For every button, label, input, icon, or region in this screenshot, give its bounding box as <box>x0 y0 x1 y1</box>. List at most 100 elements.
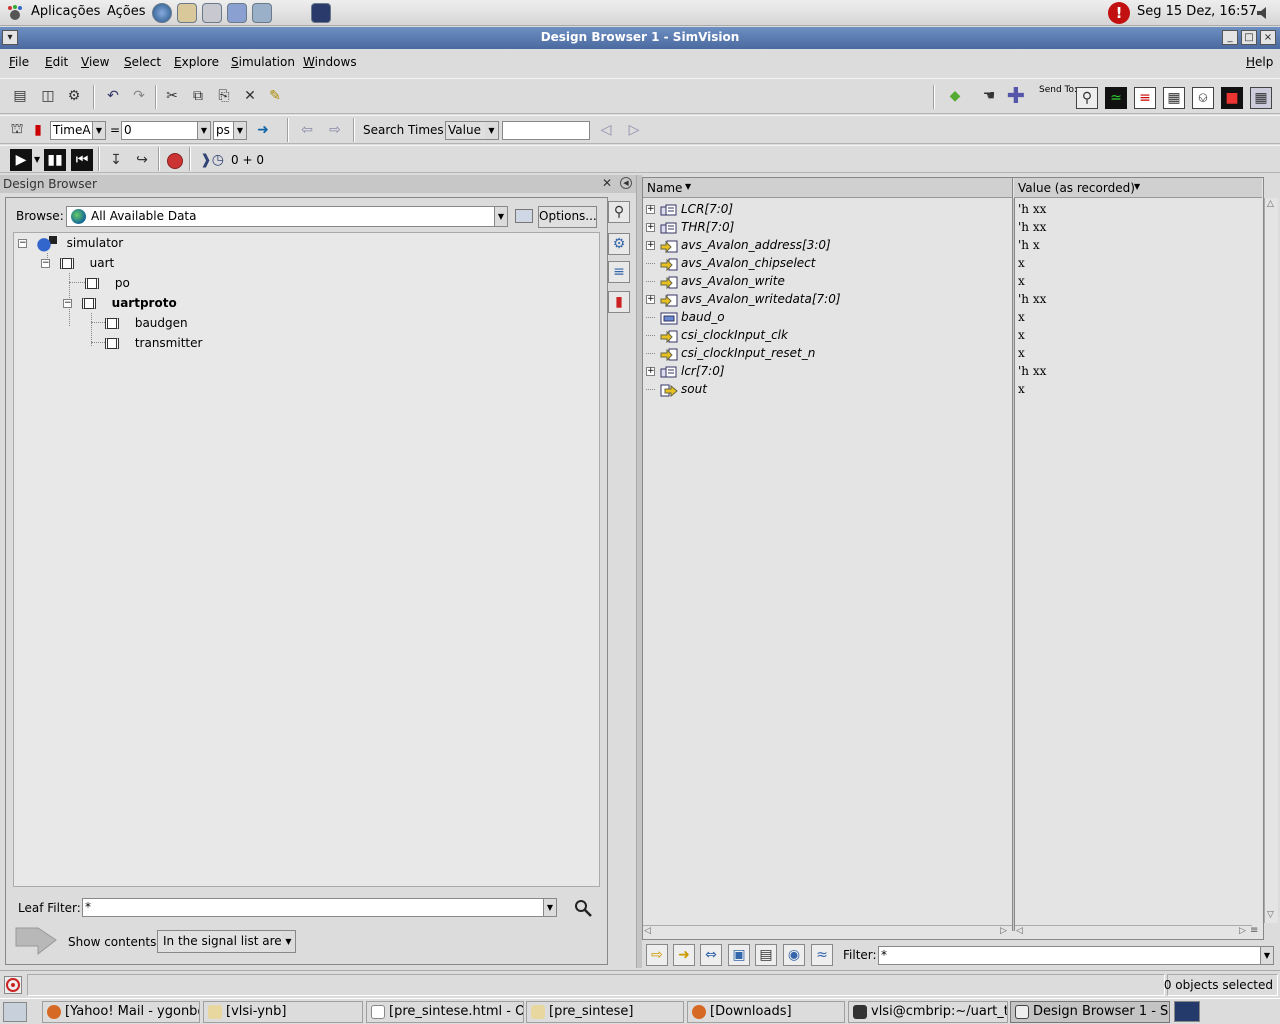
task-pre-sintese-html[interactable]: [pre_sintese.html - Ope <box>366 1001 524 1023</box>
new-window-icon[interactable]: ▤ <box>9 85 31 107</box>
calendar-launcher-icon[interactable] <box>227 3 247 23</box>
terminal-launcher-icon[interactable] <box>311 3 331 23</box>
source-icon[interactable]: ▮ <box>608 291 630 313</box>
signal-value[interactable]: x <box>1018 344 1025 362</box>
task-yahoo-mail[interactable]: [Yahoo! Mail - ygonb@ <box>42 1001 200 1023</box>
signal-row[interactable]: + THR[7:0] <box>646 218 734 236</box>
scroll-down-icon[interactable]: ▽ <box>1267 910 1274 920</box>
signal-row[interactable]: + lcr[7:0] <box>646 362 725 380</box>
signal-value[interactable]: x <box>1018 308 1025 326</box>
task-pre-sintese[interactable]: [pre_sintese] <box>526 1001 684 1023</box>
signal-value[interactable]: x <box>1018 272 1025 290</box>
scroll-left-icon[interactable]: ◁ <box>644 926 651 936</box>
signal-row[interactable]: + LCR[7:0] <box>646 200 733 218</box>
signal-row[interactable]: sout <box>646 380 707 398</box>
signal-value[interactable]: x <box>1018 380 1025 398</box>
tree-item-uartproto[interactable]: − uartproto <box>63 293 177 313</box>
run-icon[interactable]: ▶ <box>10 149 32 171</box>
signal-filter-input[interactable]: * ▼ <box>878 946 1274 965</box>
options-button[interactable]: Options... <box>538 206 597 228</box>
filter-inouts-icon[interactable]: ⇔ <box>700 944 722 966</box>
filter-inputs-icon[interactable]: ⇨ <box>646 944 668 966</box>
task-design-browser[interactable]: Design Browser 1 - Sim <box>1010 1001 1170 1023</box>
send-to-waveform-icon[interactable]: ≃ <box>1105 87 1127 109</box>
filter-assertions-icon[interactable]: ◉ <box>783 944 805 966</box>
signals-icon[interactable]: ≡ <box>608 261 630 283</box>
send-to-schematic-icon[interactable]: ▦ <box>1163 87 1185 109</box>
time-marker-select[interactable]: TimeA ▼ <box>50 121 106 140</box>
redo-icon[interactable]: ↷ <box>128 85 150 107</box>
cursor-marker-icon[interactable]: ⛫ <box>6 119 28 141</box>
window-title-bar[interactable]: ▾ Design Browser 1 - SimVision _ □ × <box>0 27 1280 49</box>
step-over-icon[interactable]: ↪ <box>131 149 153 171</box>
scroll-right-icon[interactable]: ▷ <box>1239 926 1246 936</box>
tree-item-uart[interactable]: − uart <box>41 253 114 273</box>
scope-search-icon[interactable]: ⚲ <box>608 201 630 223</box>
alert-icon[interactable]: ! <box>1108 2 1130 24</box>
search-icon[interactable] <box>574 899 592 917</box>
tree-item-baudgen[interactable]: baudgen <box>105 313 188 333</box>
signal-row[interactable]: + avs_Avalon_writedata[7:0] <box>646 290 841 308</box>
signal-value[interactable]: x <box>1018 326 1025 344</box>
search-backward-icon[interactable]: ⇦ <box>296 119 318 141</box>
name-hscrollbar[interactable]: ◁ ▷ <box>643 925 1012 938</box>
cursor-icon[interactable]: ☚ <box>978 85 1000 107</box>
menu-view[interactable]: View <box>81 55 109 69</box>
expand-icon[interactable]: + <box>646 223 655 232</box>
collapse-icon[interactable]: − <box>18 239 27 248</box>
scroll-right-icon[interactable]: ▷ <box>1000 926 1007 936</box>
step-icon[interactable]: ▮▮ <box>44 149 66 171</box>
vertical-scrollbar[interactable]: △ ▽ <box>1264 198 1278 923</box>
search-mode-select[interactable]: Value ▼ <box>445 121 499 140</box>
editor-launcher-icon[interactable] <box>202 3 222 23</box>
actions-menu[interactable]: Ações <box>107 4 146 19</box>
task-downloads[interactable]: [Downloads] <box>687 1001 845 1023</box>
browse-scope-icon[interactable] <box>515 209 533 223</box>
tree-item-po[interactable]: po <box>85 273 130 293</box>
signal-value[interactable]: 'h xx <box>1018 200 1046 218</box>
hierarchy-icon[interactable]: ⚙ <box>608 233 630 255</box>
network-launcher-icon[interactable] <box>252 3 272 23</box>
filter-all-icon[interactable]: ≈ <box>811 944 833 966</box>
menu-help[interactable]: Help <box>1246 55 1273 69</box>
copy-icon[interactable]: ⧉ <box>187 85 209 107</box>
time-value-select[interactable]: 0 ▼ <box>121 121 211 140</box>
menu-simulation[interactable]: Simulation <box>231 55 295 69</box>
design-tree[interactable]: − simulator − uart po − uartproto baudge… <box>13 232 600 887</box>
delete-icon[interactable]: ✕ <box>239 85 261 107</box>
status-icon[interactable] <box>4 976 22 994</box>
filter-icon[interactable]: ◆ <box>944 85 966 107</box>
send-to-memory-icon[interactable]: ■ <box>1221 87 1243 109</box>
leaf-filter-input[interactable]: * ▼ <box>82 898 557 917</box>
name-column-header[interactable]: Name ▼ <box>643 178 1013 198</box>
send-to-design-browser-icon[interactable]: ⚲ <box>1076 87 1098 109</box>
sim-time-icon[interactable]: ❱◷ <box>196 149 228 171</box>
search-next-icon[interactable]: ▷ <box>623 119 645 141</box>
scroll-left-icon[interactable]: ◁ <box>1016 926 1023 936</box>
cut-icon[interactable]: ✂ <box>161 85 183 107</box>
show-desktop-icon[interactable] <box>3 1002 27 1022</box>
tree-item-simulator[interactable]: − simulator <box>18 233 123 253</box>
expand-icon[interactable]: + <box>646 241 655 250</box>
signal-row[interactable]: csi_clockInput_clk <box>646 326 788 344</box>
filter-variables-icon[interactable]: ▤ <box>755 944 777 966</box>
search-prev-icon[interactable]: ◁ <box>595 119 617 141</box>
signal-row[interactable]: + avs_Avalon_address[3:0] <box>646 236 831 254</box>
volume-icon[interactable] <box>1255 5 1271 21</box>
close-button[interactable]: × <box>1260 30 1276 45</box>
undo-icon[interactable]: ↶ <box>102 85 124 107</box>
menu-select[interactable]: Select <box>124 55 161 69</box>
send-to-calculator-icon[interactable]: ▦ <box>1250 87 1272 109</box>
expand-icon[interactable]: + <box>646 367 655 376</box>
clock[interactable]: Seg 15 Dez, 16:57 <box>1137 4 1257 19</box>
expand-icon[interactable]: + <box>646 205 655 214</box>
close-panel-icon[interactable]: ✕ <box>602 176 612 190</box>
signal-value[interactable]: 'h x <box>1018 236 1040 254</box>
undock-panel-icon[interactable]: ◀ <box>620 177 632 189</box>
gnome-foot-icon[interactable] <box>6 4 24 22</box>
collapse-icon[interactable]: − <box>41 259 50 268</box>
signal-value[interactable]: x <box>1018 254 1025 272</box>
expand-icon[interactable]: + <box>646 295 655 304</box>
filter-internals-icon[interactable]: ▣ <box>728 944 750 966</box>
send-to-source-icon[interactable]: ≡ <box>1134 87 1156 109</box>
